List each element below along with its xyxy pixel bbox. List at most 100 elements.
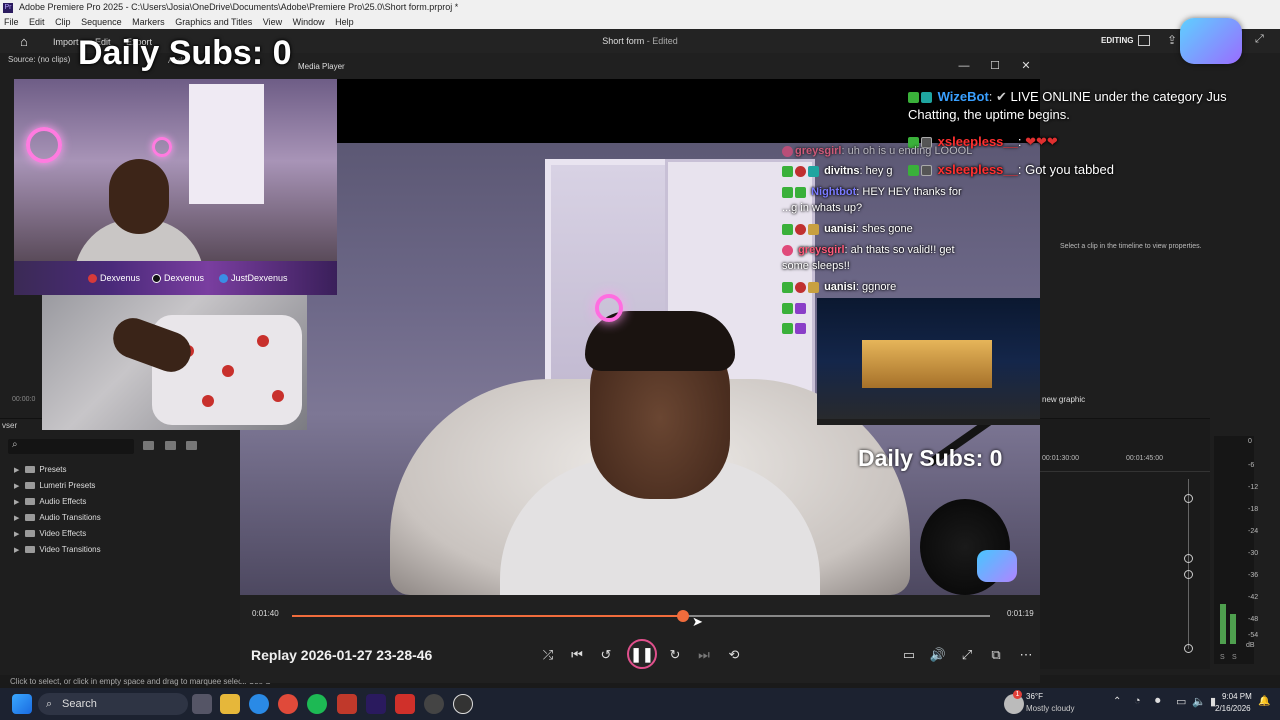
notifications-icon[interactable]: 🔔: [1258, 696, 1270, 707]
folder-icon: [25, 466, 36, 474]
rewind-10-icon[interactable]: ↺: [596, 645, 616, 665]
effects-search-input[interactable]: ⌕: [8, 439, 134, 454]
home-icon[interactable]: ⌂: [20, 34, 28, 49]
folder-icon: [25, 514, 36, 522]
maximize-icon[interactable]: ☐: [980, 53, 1010, 79]
menu-graphics-titles[interactable]: Graphics and Titles: [175, 17, 252, 27]
meter-level-left: [1220, 604, 1226, 644]
display-icon[interactable]: ▭: [1176, 695, 1186, 708]
instagram-icon: [88, 274, 97, 284]
whiteboard-image: [189, 84, 264, 204]
effects-folder-audio-transitions[interactable]: ▶ Audio Transitions: [14, 513, 101, 522]
project-title: Short form - Edited: [602, 36, 678, 46]
neon-ring-light: [595, 294, 623, 322]
media-player-icon[interactable]: [453, 694, 473, 714]
keyframe-handle[interactable]: [1184, 644, 1193, 653]
solo-right-button[interactable]: S: [1232, 654, 1237, 661]
cast-icon[interactable]: ⧉: [986, 645, 1006, 665]
close-icon[interactable]: ✕: [1011, 53, 1041, 79]
keyframe-handle[interactable]: [1184, 554, 1193, 563]
remaining-time: 0:01:19: [1007, 609, 1034, 618]
solo-left-button[interactable]: S: [1220, 654, 1225, 661]
meter-label: -18: [1248, 506, 1259, 513]
effects-tab[interactable]: vser: [2, 421, 17, 430]
fullscreen-icon[interactable]: ⤢: [957, 645, 977, 665]
workspace-label[interactable]: EDITING: [1101, 29, 1133, 53]
menu-markers[interactable]: Markers: [132, 17, 165, 27]
fullscreen-icon[interactable]: ⤢: [1255, 33, 1264, 46]
effects-folder-audio-effects[interactable]: ▶ Audio Effects: [14, 497, 86, 506]
daily-subs-counter-video: Daily Subs: 0: [858, 445, 1003, 471]
mic-icon[interactable]: ⏺: [1155, 695, 1161, 708]
menu-sequence[interactable]: Sequence: [81, 17, 122, 27]
chevron-up-icon[interactable]: ⌃: [1113, 696, 1121, 707]
minimize-icon[interactable]: —: [949, 53, 979, 79]
forward-30-icon[interactable]: ↻: [665, 645, 685, 665]
media-player-title: Media Player: [298, 62, 345, 71]
new-bin-icon[interactable]: [143, 441, 154, 450]
menu-edit[interactable]: Edit: [29, 17, 45, 27]
miniplayer-icon[interactable]: ▭: [899, 645, 919, 665]
effects-folder-presets[interactable]: ▶ Presets: [14, 465, 67, 474]
seek-thumb[interactable]: [676, 610, 689, 622]
windows-start-icon[interactable]: [12, 694, 32, 714]
recorder-icon[interactable]: [395, 694, 415, 714]
keyframe-handle[interactable]: [1184, 570, 1193, 579]
media-player-titlebar: Media Player — ☐ ✕: [240, 53, 1040, 79]
network-icon[interactable]: ◔: [1134, 695, 1141, 707]
menu-view[interactable]: View: [263, 17, 282, 27]
share-icon[interactable]: ⇪: [1167, 33, 1177, 47]
menu-clip[interactable]: Clip: [55, 17, 71, 27]
folder-icon: [25, 498, 36, 506]
menu-file[interactable]: File: [4, 17, 19, 27]
taskbar-search[interactable]: ⌕ Search: [38, 693, 188, 715]
import-tab[interactable]: Import: [53, 37, 79, 47]
file-explorer-icon[interactable]: [220, 694, 240, 714]
mouse-cursor: ➤: [692, 614, 703, 629]
search-icon: ⌕: [46, 698, 53, 710]
next-icon[interactable]: ⏭: [694, 645, 714, 665]
obs-icon[interactable]: [424, 694, 444, 714]
speaker-icon[interactable]: 🔈: [1192, 695, 1206, 708]
seek-bar[interactable]: [292, 610, 990, 622]
clock-time[interactable]: 9:04 PM: [1222, 692, 1252, 701]
workspace-icon[interactable]: [1138, 35, 1150, 46]
previous-icon[interactable]: ⏮: [567, 645, 587, 665]
status-text: Click to select, or click in empty space…: [10, 677, 271, 686]
player-controls: 0:01:40 0:01:19 Replay 2026-01-27 23-28-…: [240, 595, 1040, 683]
effects-folder-video-effects[interactable]: ▶ Video Effects: [14, 529, 86, 538]
pause-button[interactable]: ❚❚: [627, 639, 657, 669]
task-view-icon[interactable]: [192, 694, 212, 714]
social-twitch: JustDexvenus: [219, 273, 288, 284]
keyframe-handle[interactable]: [1184, 494, 1193, 503]
chrome-icon[interactable]: [278, 694, 298, 714]
streamer-watermark-icon: [977, 550, 1017, 582]
window-title: Adobe Premiere Pro 2025 - C:\Users\Josia…: [19, 2, 459, 12]
streamer-logo-icon: [1180, 18, 1242, 64]
meter-label: -42: [1248, 594, 1259, 601]
yuv-effects-icon[interactable]: [186, 441, 197, 450]
clock-date[interactable]: 2/16/2026: [1215, 704, 1251, 713]
more-options-icon[interactable]: ⋯: [1016, 645, 1036, 665]
premiere-logo-icon: Pr: [3, 2, 13, 13]
spotify-icon[interactable]: [307, 694, 327, 714]
accelerated-effects-icon[interactable]: [165, 441, 176, 450]
folder-icon: [25, 546, 36, 554]
menu-help[interactable]: Help: [335, 17, 354, 27]
effects-folder-video-transitions[interactable]: ▶ Video Transitions: [14, 545, 101, 554]
repeat-off-icon[interactable]: ⟲: [724, 645, 744, 665]
twitch-icon: [219, 274, 228, 284]
effects-folder-lumetri[interactable]: ▶ Lumetri Presets: [14, 481, 95, 490]
socials-banner: Dexvenus Dexvenus JustDexvenus: [14, 261, 337, 295]
video-editor-icon[interactable]: [337, 694, 357, 714]
new-graphic-button[interactable]: new graphic: [1042, 395, 1085, 404]
mini-taskbar: [817, 419, 1040, 425]
volume-icon[interactable]: 🔊: [928, 645, 948, 665]
menu-window[interactable]: Window: [293, 17, 325, 27]
meter-label: -54: [1248, 632, 1259, 639]
properties-hint: Select a clip in the timeline to view pr…: [1060, 243, 1202, 250]
premiere-pro-icon[interactable]: [366, 694, 386, 714]
shuffle-icon[interactable]: ⤮: [538, 645, 558, 665]
edge-icon[interactable]: [249, 694, 269, 714]
timeline-mark: 00:01:30:00: [1042, 455, 1079, 462]
